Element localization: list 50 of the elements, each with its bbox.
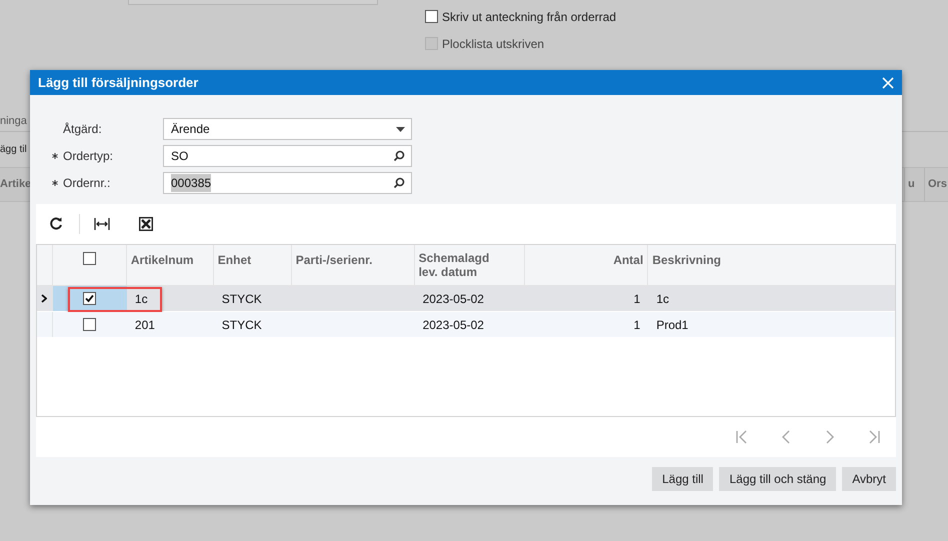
lookup-field[interactable]: 000385: [163, 172, 412, 194]
column-header[interactable]: Schemalagd lev. datum: [418, 251, 509, 279]
dialog-button[interactable]: Lägg till: [652, 467, 714, 491]
column-header: Ors: [924, 168, 948, 201]
table-cell-text: 201: [134, 316, 155, 334]
column-header[interactable]: Artikelnum: [130, 253, 194, 267]
column-header[interactable]: Beskrivning: [652, 253, 722, 267]
table-row[interactable]: 201 STYCK 2023-05-02 1 Prod1: [37, 312, 895, 338]
checkbox[interactable]: [82, 252, 96, 265]
field-label: Åtgärd:: [63, 121, 102, 138]
section-label: ninga: [0, 114, 27, 130]
table-cell-text: 2023-05-02: [422, 290, 484, 308]
excel-export-icon[interactable]: [139, 217, 153, 231]
checkbox[interactable]: [83, 292, 96, 305]
table-cell-text: 1c: [134, 290, 148, 308]
column-header: u: [904, 168, 924, 201]
table-cell-text: STYCK: [222, 316, 262, 334]
checkbox-label: Plocklista utskriven: [442, 36, 544, 52]
field-label: Ordernr.:: [63, 175, 110, 192]
checkbox[interactable]: [425, 10, 438, 23]
fit-columns-icon[interactable]: [94, 218, 110, 230]
column-header: Artike: [0, 177, 32, 192]
column-header[interactable]: Antal: [613, 253, 644, 267]
table-cell-text: Prod1: [656, 316, 688, 334]
column-header[interactable]: Enhet: [218, 253, 252, 267]
table-row[interactable]: 1c STYCK 2023-05-02 1 1c: [37, 286, 895, 312]
table-cell-text: STYCK: [222, 290, 262, 308]
refresh-icon[interactable]: [49, 217, 63, 231]
search-icon[interactable]: [393, 177, 405, 189]
checkbox[interactable]: [83, 318, 96, 331]
checkmark-icon: [85, 294, 94, 303]
caret-icon[interactable]: [396, 126, 405, 132]
lookup-field[interactable]: SO: [163, 145, 412, 167]
required-icon: [52, 153, 58, 159]
search-icon[interactable]: [393, 150, 405, 162]
table-cell-text: 1c: [656, 290, 669, 308]
close-icon[interactable]: [882, 76, 894, 88]
column-header[interactable]: Parti-/serienr.: [296, 253, 372, 267]
dialog-button[interactable]: Lägg till och stäng: [719, 467, 836, 491]
required-icon: [52, 180, 58, 186]
checkbox-label: Skriv ut anteckning från orderrad: [442, 8, 616, 26]
table-cell-text: 1: [634, 316, 640, 334]
dialog-button[interactable]: Avbryt: [842, 467, 896, 491]
field-label: Ordertyp:: [63, 148, 114, 165]
dialog-title: Lägg till försäljningsorder: [38, 74, 198, 92]
table-cell-text: 1: [634, 290, 640, 308]
table-cell-text: 2023-05-02: [422, 316, 484, 334]
toolbar-button[interactable]: ägg til: [0, 142, 27, 157]
dropdown-field[interactable]: Ärende: [163, 118, 412, 140]
current-row-icon: [41, 294, 48, 303]
